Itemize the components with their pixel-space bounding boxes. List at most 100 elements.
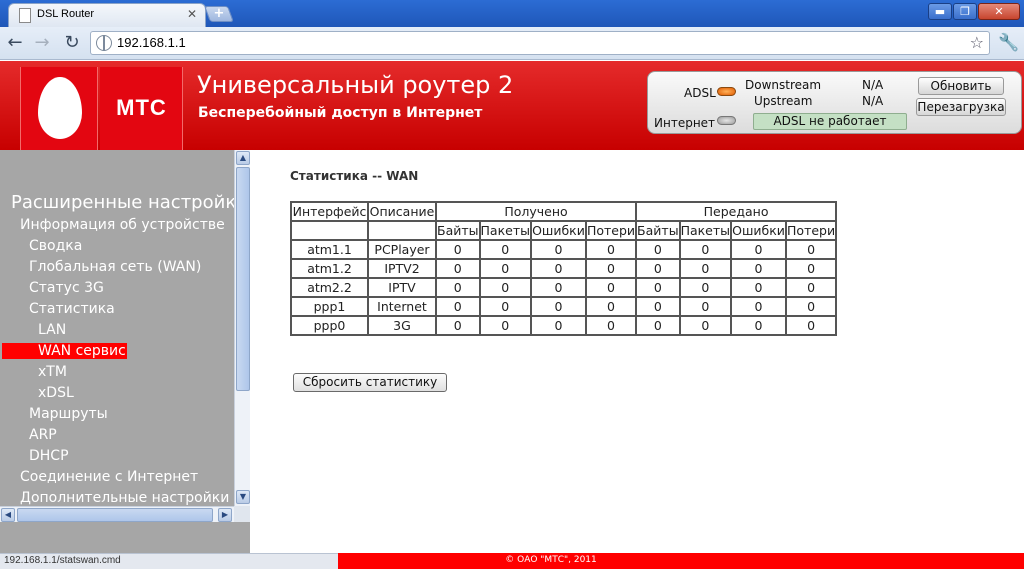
cell-value: 0 [785, 258, 838, 279]
upstream-label: Upstream [754, 94, 813, 108]
sidebar-item-3g-status[interactable]: Статус 3G [29, 280, 104, 296]
cell-interface: ppp0 [290, 315, 369, 336]
close-tab-icon[interactable]: ✕ [187, 7, 197, 21]
scroll-thumb[interactable] [236, 167, 250, 391]
cell-description: IPTV [367, 277, 437, 298]
downstream-value: N/A [862, 78, 884, 92]
address-url[interactable]: 192.168.1.1 [117, 35, 186, 50]
sidebar-item-xdsl[interactable]: xDSL [38, 385, 74, 401]
forward-arrow-icon[interactable]: → [32, 33, 52, 53]
table-row: ppp0 3G 0 0 0 0 0 0 0 0 [290, 315, 838, 336]
cell-value: 0 [435, 239, 481, 260]
minimize-button[interactable]: ▬ [928, 3, 952, 20]
sidebar-item-wan-service[interactable]: WAN сервис [2, 343, 127, 359]
cell-interface: atm1.1 [290, 239, 369, 260]
sidebar-item-internet-connection[interactable]: Соединение с Интернет [20, 469, 198, 485]
sidebar-vertical-scrollbar[interactable]: ▲ ▼ [234, 150, 250, 506]
adsl-status-text: ADSL не работает [753, 113, 907, 130]
column-header-rx-errors: Ошибки [529, 220, 587, 241]
scroll-thumb-horizontal[interactable] [17, 508, 213, 522]
globe-icon [96, 35, 112, 51]
cell-value: 0 [584, 296, 638, 317]
close-window-button[interactable]: ✕ [978, 3, 1020, 20]
downstream-label: Downstream [745, 78, 822, 92]
cell-value: 0 [678, 315, 733, 336]
cell-value: 0 [529, 315, 587, 336]
address-bar[interactable]: 192.168.1.1 ☆ [90, 31, 990, 55]
new-tab-button[interactable]: + [204, 6, 234, 22]
scroll-down-icon[interactable]: ▼ [236, 490, 250, 504]
cell-value: 0 [785, 277, 838, 298]
cell-value: 0 [584, 239, 638, 260]
sidebar-item-lan[interactable]: LAN [38, 322, 66, 338]
refresh-button[interactable]: Обновить [918, 77, 1004, 95]
table-row: atm1.1 PCPlayer 0 0 0 0 0 0 0 0 [290, 239, 838, 260]
reset-statistics-button[interactable]: Сбросить статистику [293, 373, 447, 392]
cell-value: 0 [635, 239, 681, 260]
cell-value: 0 [785, 296, 838, 317]
table-row: atm2.2 IPTV 0 0 0 0 0 0 0 0 [290, 277, 838, 298]
cell-value: 0 [678, 258, 733, 279]
sidebar-item-routes[interactable]: Маршруты [29, 406, 108, 422]
adsl-led-icon [717, 87, 736, 96]
cell-value: 0 [435, 296, 481, 317]
sidebar-item-summary[interactable]: Сводка [29, 238, 82, 254]
sidebar-horizontal-scrollbar[interactable]: ◀ ▶ [0, 506, 234, 522]
reload-icon[interactable]: ↻ [62, 33, 82, 53]
back-arrow-icon[interactable]: ← [5, 33, 25, 53]
cell-value: 0 [478, 258, 532, 279]
column-group-received: Получено [434, 201, 638, 222]
cell-value: 0 [435, 315, 481, 336]
table-header-row: Интерфейс Описание Получено Передано [290, 201, 838, 222]
empty-header-cell [367, 220, 437, 241]
cell-interface: atm1.2 [290, 258, 369, 279]
page-title: Статистика -- WAN [290, 169, 419, 183]
bookmark-star-icon[interactable]: ☆ [970, 32, 984, 54]
column-header-rx-packets: Пакеты [478, 220, 532, 241]
cell-value: 0 [435, 277, 481, 298]
cell-value: 0 [529, 277, 587, 298]
wan-statistics-table: Интерфейс Описание Получено Передано Бай… [290, 201, 838, 336]
scroll-left-icon[interactable]: ◀ [1, 508, 15, 522]
tab-title: DSL Router [37, 8, 95, 20]
router-subtitle: Бесперебойный доступ в Интернет [198, 105, 483, 121]
internet-label: Интернет [654, 116, 716, 130]
maximize-button[interactable]: ❐ [953, 3, 977, 20]
cell-value: 0 [435, 258, 481, 279]
sidebar-item-dhcp[interactable]: DHCP [29, 448, 69, 464]
cell-value: 0 [529, 296, 587, 317]
sidebar-menu: Расширенные настройки Информация об устр… [0, 150, 234, 506]
column-header-tx-drops: Потери [785, 220, 838, 241]
wrench-icon[interactable]: 🔧 [998, 33, 1019, 53]
sidebar-item-statistics[interactable]: Статистика [29, 301, 115, 317]
cell-value: 0 [478, 315, 532, 336]
router-title: Универсальный роутер 2 [197, 71, 514, 99]
page-footer: © ОАО "МТС", 2011 [338, 553, 1024, 569]
column-header-interface: Интерфейс [290, 201, 369, 222]
cell-description: Internet [367, 296, 437, 317]
page-icon [19, 8, 31, 23]
cell-value: 0 [584, 258, 638, 279]
sidebar-item-device-info[interactable]: Информация об устройстве [20, 217, 225, 233]
cell-value: 0 [584, 277, 638, 298]
cell-value: 0 [730, 239, 788, 260]
cell-value: 0 [478, 239, 532, 260]
cell-value: 0 [635, 277, 681, 298]
sidebar-item-advanced-settings[interactable]: Расширенные настройки [11, 192, 234, 213]
table-row: ppp1 Internet 0 0 0 0 0 0 0 0 [290, 296, 838, 317]
copyright-text: © ОАО "МТС", 2011 [505, 555, 597, 565]
sidebar-item-additional-settings[interactable]: Дополнительные настройки [20, 490, 229, 506]
browser-tab[interactable]: DSL Router ✕ [8, 3, 206, 27]
cell-interface: atm2.2 [290, 277, 369, 298]
cell-value: 0 [584, 315, 638, 336]
column-header-tx-errors: Ошибки [730, 220, 788, 241]
sidebar-item-arp[interactable]: ARP [29, 427, 57, 443]
empty-header-cell [290, 220, 369, 241]
reboot-button[interactable]: Перезагрузка [916, 98, 1006, 116]
sidebar-item-wan[interactable]: Глобальная сеть (WAN) [29, 259, 201, 275]
cell-value: 0 [678, 296, 733, 317]
scroll-right-icon[interactable]: ▶ [218, 508, 232, 522]
sidebar-item-xtm[interactable]: xTM [38, 364, 67, 380]
upstream-value: N/A [862, 94, 884, 108]
scroll-up-icon[interactable]: ▲ [236, 151, 250, 165]
